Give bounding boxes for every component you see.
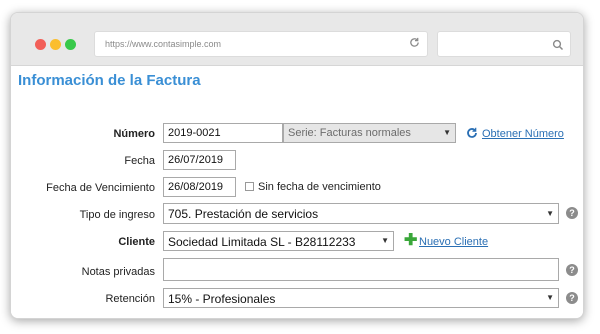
browser-window: https://www.contasimple.com Información … [10, 12, 584, 319]
chevron-down-icon: ▼ [443, 128, 451, 137]
minimize-window-button[interactable] [50, 39, 61, 50]
search-icon[interactable] [552, 38, 564, 51]
nuevo-cliente-link[interactable]: Nuevo Cliente [419, 236, 488, 248]
chevron-down-icon: ▼ [546, 209, 554, 218]
retencion-label: Retención [105, 293, 155, 305]
cliente-select[interactable]: Sociedad Limitada SL - B28112233 ▼ [163, 231, 394, 251]
obtener-numero-link[interactable]: Obtener Número [482, 128, 564, 140]
help-icon[interactable]: ? [566, 292, 578, 304]
cliente-label: Cliente [118, 236, 155, 248]
fecha-input[interactable]: 26/07/2019 [163, 150, 236, 170]
vencimiento-label: Fecha de Vencimiento [46, 182, 155, 194]
address-bar-url: https://www.contasimple.com [105, 39, 222, 49]
cliente-value: Sociedad Limitada SL - B28112233 [168, 235, 356, 249]
refresh-icon[interactable] [466, 126, 478, 138]
browser-titlebar: https://www.contasimple.com [11, 13, 583, 66]
invoice-form: Información de la Factura Número 2019-00… [11, 66, 583, 318]
sin-vencimiento-checkbox[interactable] [245, 182, 254, 191]
chevron-down-icon: ▼ [381, 236, 389, 245]
tipo-ingreso-value: 705. Prestación de servicios [168, 207, 319, 221]
notas-textarea[interactable] [163, 258, 559, 281]
fecha-label: Fecha [124, 155, 155, 167]
help-icon[interactable]: ? [566, 264, 578, 276]
browser-search-bar[interactable] [437, 31, 571, 57]
zoom-window-button[interactable] [65, 39, 76, 50]
serie-select-value: Serie: Facturas normales [288, 127, 411, 139]
chevron-down-icon: ▼ [546, 293, 554, 302]
retencion-select[interactable]: 15% - Profesionales ▼ [163, 288, 559, 308]
serie-select: Serie: Facturas normales ▼ [283, 123, 456, 143]
address-bar[interactable]: https://www.contasimple.com [94, 31, 428, 57]
close-window-button[interactable] [35, 39, 46, 50]
tipo-ingreso-select[interactable]: 705. Prestación de servicios ▼ [163, 203, 559, 224]
notas-label: Notas privadas [81, 266, 155, 278]
retencion-value: 15% - Profesionales [168, 292, 276, 306]
numero-input[interactable]: 2019-0021 [163, 123, 283, 143]
numero-label: Número [113, 128, 155, 140]
help-icon[interactable]: ? [566, 207, 578, 219]
vencimiento-input[interactable]: 26/08/2019 [163, 177, 236, 197]
page-title: Información de la Factura [18, 72, 201, 89]
sin-vencimiento-label: Sin fecha de vencimiento [258, 181, 381, 193]
plus-icon[interactable]: ✚ [404, 233, 417, 249]
reload-icon[interactable] [407, 37, 421, 51]
tipo-ingreso-label: Tipo de ingreso [79, 209, 155, 221]
